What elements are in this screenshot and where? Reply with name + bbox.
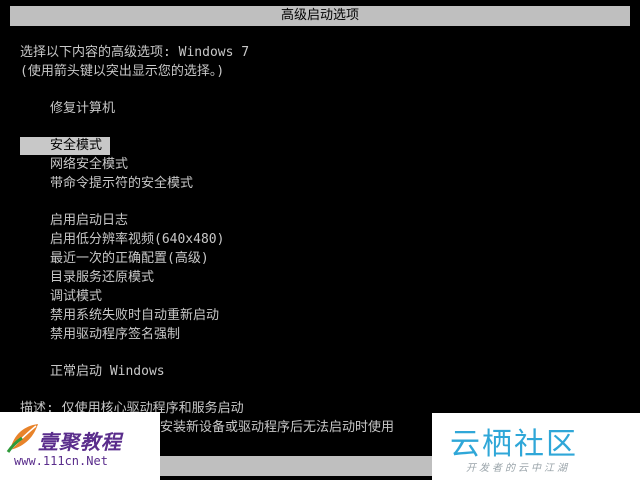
prompt-line-1: 选择以下内容的高级选项: Windows 7 <box>20 45 250 60</box>
description-line-2: 安装新设备或驱动程序后无法启动时使用 <box>160 420 395 435</box>
watermark-right-subtitle: 开发者的云中江湖 <box>466 463 570 474</box>
menu-item-disable-driver-signature[interactable]: 禁用驱动程序签名强制 <box>50 326 180 344</box>
watermark-left-url: www.111cn.Net <box>14 454 108 468</box>
menu-item-low-resolution-video[interactable]: 启用低分辨率视频(640x480) <box>50 231 224 249</box>
menu-item-directory-services-restore[interactable]: 目录服务还原模式 <box>50 269 154 287</box>
menu-item-safe-mode-networking[interactable]: 网络安全模式 <box>50 156 128 174</box>
menu-item-disable-auto-restart[interactable]: 禁用系统失败时自动重新启动 <box>50 307 219 325</box>
menu-item-debugging-mode[interactable]: 调试模式 <box>50 288 102 306</box>
menu-item-safe-mode-command-prompt[interactable]: 带命令提示符的安全模式 <box>50 175 193 193</box>
status-bar <box>160 456 432 476</box>
watermark-right-title: 云栖社区 <box>450 427 578 462</box>
watermark-left: 壹聚教程 www.111cn.Net <box>0 412 160 480</box>
prompt-line-2: (使用箭头键以突出显示您的选择。) <box>20 64 225 79</box>
watermark-left-title: 壹聚教程 <box>38 430 122 454</box>
menu-item-repair-computer[interactable]: 修复计算机 <box>50 100 115 118</box>
watermark-right: 云栖社区 开发者的云中江湖 <box>432 413 640 480</box>
screen-title: 高级启动选项 <box>280 8 359 23</box>
menu-item-start-normally[interactable]: 正常启动 Windows <box>50 363 165 381</box>
title-bar: 高级启动选项 <box>10 6 630 26</box>
leaf-logo-icon <box>6 424 38 453</box>
menu-item-boot-logging[interactable]: 启用启动日志 <box>50 212 128 230</box>
menu-item-safe-mode[interactable]: 安全模式 <box>50 137 102 155</box>
menu-item-last-known-good[interactable]: 最近一次的正确配置(高级) <box>50 250 209 268</box>
